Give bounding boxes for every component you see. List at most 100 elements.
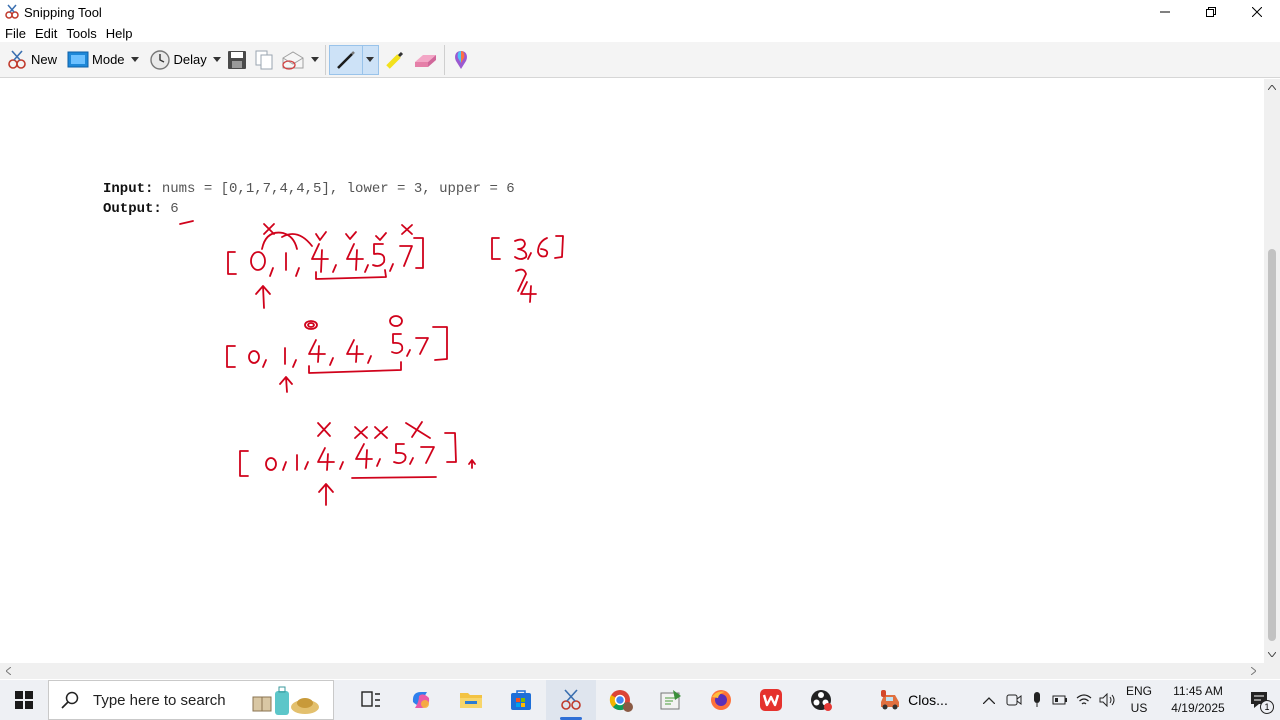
ink-comma [292,359,297,368]
new-button[interactable]: New [3,45,60,75]
delay-button[interactable]: Delay [146,45,210,75]
meet-now-button[interactable] [1002,693,1026,707]
vertical-scrollbar[interactable] [1264,79,1280,663]
microphone-button[interactable] [1026,692,1048,708]
ink-bracket-right [444,432,457,463]
firefox-taskbar-button[interactable] [696,680,746,720]
ink-digit [393,443,407,465]
ink-circle [307,322,315,328]
highlighter-button[interactable] [381,45,409,75]
chevron-down-icon [310,57,319,62]
ink-comma [295,267,300,277]
minimize-button[interactable] [1142,0,1188,24]
show-hidden-icons-button[interactable] [976,696,1002,704]
clock[interactable]: 11:45 AM 4/19/2025 [1158,683,1238,717]
action-center-button[interactable]: 1 [1238,680,1280,720]
task-view-button[interactable] [346,680,396,720]
scroll-right-icon[interactable] [1251,667,1256,675]
scrollbar-corner [1264,663,1280,679]
menu-edit[interactable]: Edit [35,26,57,41]
ink-check [345,231,357,240]
ink-comma [367,355,372,364]
ink-bracket-left [491,237,501,260]
pen-dropdown[interactable] [362,44,379,75]
notification-badge: 1 [1260,700,1274,714]
open-app-taskbar-button[interactable]: Clos... [866,680,960,720]
ink-dash [179,220,194,225]
mode-icon [67,51,89,67]
ink-comma [406,349,411,357]
send-snip-button[interactable] [278,45,308,75]
copilot-taskbar-button[interactable] [396,680,446,720]
ink-bracket-right [413,237,424,269]
ink-digit [537,237,549,258]
wps-office-taskbar-button[interactable] [746,680,796,720]
ink-digit [317,447,335,471]
scroll-up-icon[interactable] [1268,85,1276,90]
close-button[interactable] [1234,0,1280,24]
send-dropdown[interactable] [308,45,322,75]
ink-comma [329,357,334,366]
language-indicator[interactable]: ENG US [1120,683,1158,717]
pen-button[interactable] [328,44,363,75]
ink-digit [420,446,435,464]
open-app-label: Clos... [908,692,948,708]
wifi-icon [1076,694,1092,705]
clock-icon [149,49,170,70]
mode-button[interactable]: Mode [64,45,128,75]
ink-comma [269,267,274,277]
copy-button[interactable] [250,45,278,75]
ink-bracket-left [226,345,236,368]
store-icon [511,690,531,710]
taskbar-search-box[interactable]: Type here to search [48,680,334,720]
start-button[interactable] [0,680,48,720]
vertical-scroll-thumb[interactable] [1268,249,1276,641]
menu-file[interactable]: File [5,26,26,41]
pen-icon [336,50,355,69]
copy-icon [255,50,273,69]
highlighter-icon [386,51,403,69]
snipping-tool-taskbar-button[interactable] [546,680,596,720]
ink-comma [332,264,337,273]
copilot-icon [412,692,430,708]
python-editor-taskbar-button[interactable] [646,680,696,720]
ink-check [375,232,387,241]
ink-comma [282,461,287,471]
menu-tools[interactable]: Tools [66,26,96,41]
language-code: ENG [1125,684,1152,698]
restore-button[interactable] [1188,0,1234,24]
region-code: US [1130,701,1148,715]
ink-comma [304,461,309,470]
save-button[interactable] [224,45,250,75]
delay-dropdown[interactable] [210,45,224,75]
ink-digit [250,251,266,271]
chrome-taskbar-button[interactable] [596,680,646,720]
store-taskbar-button[interactable] [496,680,546,720]
obs-taskbar-button[interactable] [796,680,846,720]
save-icon [227,50,246,69]
mode-dropdown[interactable] [128,45,142,75]
ink-digit [514,238,528,260]
ink-comma [527,252,532,260]
camera-icon [1006,694,1022,706]
ink-arrow [318,483,334,506]
pen-annotations [179,220,564,506]
scroll-down-icon[interactable] [1268,652,1276,657]
python-idle-icon [660,690,681,710]
ink-digit [372,243,386,267]
scroll-left-icon[interactable] [6,667,11,675]
menu-help[interactable]: Help [106,26,133,41]
paint-3d-button[interactable] [448,45,474,75]
volume-button[interactable] [1096,693,1120,707]
ink-digit [346,339,364,363]
network-button[interactable] [1072,693,1096,707]
battery-button[interactable] [1048,694,1072,706]
file-explorer-taskbar-button[interactable] [446,680,496,720]
horizontal-scrollbar[interactable] [0,663,1264,679]
ink-x [354,426,368,439]
snip-canvas[interactable]: Input: nums = [0,1,7,4,4,5], lower = 3, … [0,79,1264,663]
envelope-icon [282,50,304,70]
ink-comma [339,461,344,470]
ink-comma [364,264,369,273]
eraser-button[interactable] [409,45,441,75]
